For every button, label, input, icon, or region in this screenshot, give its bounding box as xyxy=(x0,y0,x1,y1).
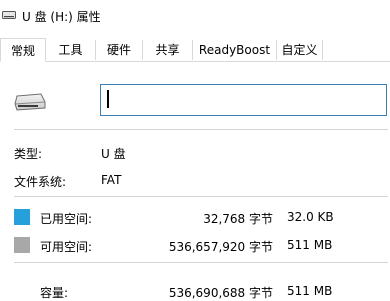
used-space-bytes: 32,768 字节 xyxy=(203,212,273,226)
tab-sharing[interactable]: 共享 xyxy=(143,40,193,60)
free-space-label: 可用空间: xyxy=(40,240,93,254)
capacity-size: 511 MB xyxy=(287,284,333,298)
type-value: U 盘 xyxy=(101,147,126,161)
usb-drive-icon xyxy=(14,93,46,111)
tab-strip: 常规 工具 硬件 共享 ReadyBoost 自定义 xyxy=(0,38,390,62)
free-space-swatch xyxy=(14,237,30,253)
tab-readyboost[interactable]: ReadyBoost xyxy=(193,40,277,60)
used-space-swatch xyxy=(14,209,30,225)
tab-customize[interactable]: 自定义 xyxy=(277,40,323,60)
volume-label-input[interactable] xyxy=(100,84,387,116)
window-title: U 盘 (H:) 属性 xyxy=(22,10,101,24)
used-space-label: 已用空间: xyxy=(40,212,93,226)
free-space-size: 511 MB xyxy=(287,238,333,252)
properties-window: U 盘 (H:) 属性 常规 工具 硬件 共享 ReadyBoost 自定义 类… xyxy=(0,0,390,301)
type-label: 类型: xyxy=(14,147,43,161)
separator-middle xyxy=(14,196,388,197)
tab-hardware[interactable]: 硬件 xyxy=(96,40,143,60)
capacity-label: 容量: xyxy=(40,286,69,300)
tab-general[interactable]: 常规 xyxy=(0,38,46,62)
used-space-size: 32.0 KB xyxy=(287,210,334,224)
separator-top xyxy=(14,129,388,130)
filesystem-value: FAT xyxy=(101,173,122,187)
separator-bottom xyxy=(14,262,388,263)
free-space-bytes: 536,657,920 字节 xyxy=(168,240,273,254)
text-caret xyxy=(107,90,109,108)
title-bar: U 盘 (H:) 属性 xyxy=(0,0,390,34)
capacity-bytes: 536,690,688 字节 xyxy=(168,286,273,300)
drive-icon xyxy=(2,11,16,19)
filesystem-label: 文件系统: xyxy=(14,175,67,189)
tab-tools[interactable]: 工具 xyxy=(46,40,96,60)
